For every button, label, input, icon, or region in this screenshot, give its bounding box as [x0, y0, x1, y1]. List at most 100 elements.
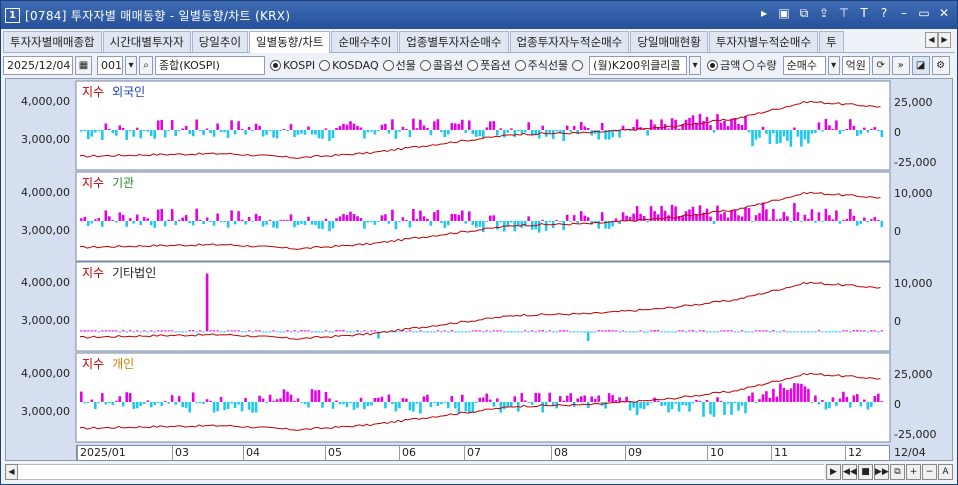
mode-select[interactable]: 순매수 [782, 55, 826, 75]
date-field[interactable]: 2025/12/04 [3, 55, 73, 75]
net-buy-bar [859, 220, 863, 225]
tab-8[interactable]: 투자자별누적순매수 [708, 31, 819, 52]
net-buy-bar [296, 130, 300, 135]
market-radio-6[interactable] [572, 57, 585, 73]
scroll-right-icon[interactable]: ▶ [826, 463, 841, 480]
net-buy-bar [534, 331, 537, 333]
tab-scroll-right-icon[interactable]: ▶ [938, 32, 951, 48]
net-buy-bar [496, 398, 499, 402]
tab-5[interactable]: 업종별투자자순매수 [399, 31, 509, 52]
radio-dot-icon[interactable] [419, 59, 431, 71]
net-buy-bar [251, 130, 254, 132]
market-radio-4[interactable]: 풋옵션 [467, 57, 511, 73]
zoom-box-icon[interactable]: ⧉ [890, 463, 905, 480]
rewind-icon[interactable]: ◀◀ [842, 463, 857, 480]
net-buy-bar [415, 331, 419, 333]
refresh-icon[interactable]: ⟳ [871, 55, 890, 75]
net-buy-bar [258, 330, 261, 332]
net-buy-bar [254, 213, 258, 221]
zoom-in-icon[interactable]: + [906, 463, 921, 480]
link-icon[interactable]: ⧉ [797, 6, 811, 21]
close-icon[interactable]: ✕ [937, 6, 951, 21]
code-field[interactable]: 001 [97, 55, 123, 75]
net-buy-bar [433, 212, 436, 221]
market-radio-5[interactable]: 주식선물 [514, 57, 568, 73]
net-buy-bar [670, 331, 674, 333]
tab-9[interactable]: 투 [819, 31, 844, 52]
net-buy-bar [156, 120, 160, 130]
radio-dot-icon[interactable] [270, 59, 281, 71]
net-buy-bar [842, 219, 845, 221]
net-buy-bar [300, 220, 303, 224]
product-select[interactable]: (월)K200위클리콜 [589, 55, 688, 75]
radio-dot-icon[interactable] [514, 59, 526, 71]
tab-0[interactable]: 투자자별매매종합 [3, 31, 102, 52]
radio-dot-icon[interactable] [743, 59, 755, 71]
net-buy-bar [226, 330, 230, 332]
zoom-out-icon[interactable]: − [922, 463, 937, 480]
scroll-track[interactable] [18, 463, 824, 480]
tab-1[interactable]: 시간대별투자자 [102, 31, 191, 52]
net-buy-bar [132, 401, 135, 409]
minimize-icon[interactable]: – [897, 6, 911, 21]
tab-6[interactable]: 업종투자자누적순매수 [509, 31, 630, 52]
net-buy-bar [670, 204, 674, 221]
tab-7[interactable]: 당일매매현황 [630, 31, 708, 52]
net-buy-bar [639, 401, 642, 409]
tab-4[interactable]: 순매수추이 [331, 31, 399, 52]
unit-radio-1[interactable]: 수량 [743, 57, 777, 73]
unit-radio-0[interactable]: 금액 [707, 57, 740, 73]
net-buy-bar [363, 220, 366, 229]
market-radio-2[interactable]: 선물 [382, 57, 416, 73]
text-icon[interactable]: T [857, 6, 871, 21]
net-buy-bar [338, 401, 342, 405]
market-radio-0[interactable]: KOSPI [270, 57, 315, 73]
net-buy-bar [614, 218, 618, 221]
net-buy-bar [101, 220, 104, 227]
net-buy-bar [153, 331, 156, 333]
net-buy-bar [527, 122, 530, 130]
tab-2[interactable]: 당일추이 [191, 31, 249, 52]
net-buy-bar [761, 330, 765, 332]
net-buy-bar [422, 216, 426, 221]
settings-gear-icon[interactable]: ⚙ [931, 55, 950, 75]
memo-icon[interactable]: ▣ [777, 6, 791, 21]
maximize-icon[interactable]: ▭ [917, 6, 931, 21]
net-buy-bar [517, 331, 520, 333]
net-buy-bar [282, 219, 286, 221]
radio-dot-icon[interactable] [572, 59, 584, 71]
code-search-icon[interactable]: ⌕ [139, 55, 153, 75]
net-buy-bar [828, 331, 831, 333]
text-size-icon[interactable]: A [938, 463, 953, 480]
net-buy-bar [803, 386, 807, 402]
chart-toggle-icon[interactable]: ◪ [911, 55, 930, 75]
net-buy-bar [90, 399, 94, 402]
mode-dropdown-icon[interactable]: ▾ [827, 55, 840, 75]
net-buy-bar [814, 331, 817, 333]
tab-scroll-left-icon[interactable]: ◀ [925, 32, 938, 48]
fast-forward-icon[interactable]: ▶▶ [874, 463, 889, 480]
net-buy-bar [824, 119, 828, 130]
scroll-left-icon[interactable]: ◀ [5, 463, 18, 480]
tab-3[interactable]: 일별동향/차트 [249, 31, 331, 53]
radio-dot-icon[interactable] [707, 59, 719, 71]
net-buy-bar [366, 331, 370, 333]
next-icon[interactable]: ▸ [757, 6, 771, 21]
calendar-icon[interactable]: ▦ [75, 55, 92, 75]
net-buy-bar [586, 128, 590, 130]
radio-dot-icon[interactable] [382, 59, 394, 71]
radio-dot-icon[interactable] [319, 59, 331, 71]
forward-icon[interactable]: » [891, 55, 910, 75]
help-icon[interactable]: ? [877, 6, 891, 21]
code-dropdown-icon[interactable]: ▾ [125, 55, 137, 75]
stop-icon[interactable]: ■ [858, 463, 873, 480]
pin-icon[interactable]: ⊤ [837, 6, 851, 21]
radio-dot-icon[interactable] [467, 59, 479, 71]
product-dropdown-icon[interactable]: ▾ [689, 55, 702, 75]
market-radio-3[interactable]: 콜옵션 [419, 57, 463, 73]
net-buy-bar [726, 126, 730, 130]
net-buy-bar [289, 331, 293, 333]
upload-icon[interactable]: ⇪ [817, 6, 831, 21]
market-radio-1[interactable]: KOSDAQ [319, 57, 379, 73]
net-buy-bar [877, 130, 880, 131]
